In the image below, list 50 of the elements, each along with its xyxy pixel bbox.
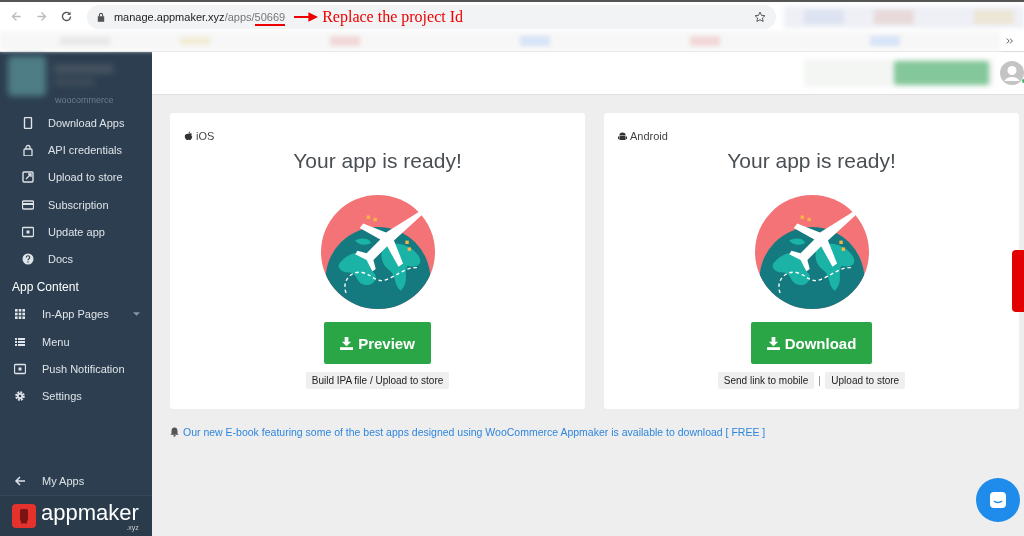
list-icon [14,335,26,348]
gear-icon [14,390,26,403]
reload-icon[interactable] [59,10,73,23]
lock-icon [22,143,34,156]
help-icon [22,253,34,266]
android-icon [618,130,627,142]
section-heading: App Content [11,278,80,296]
screen-icon [14,363,26,375]
screen-icon [22,225,34,238]
address-bar[interactable]: manage.appmaker.xyz/apps/50669 Replace the project Id [86,4,777,29]
url-text: manage.appmaker.xyz/apps/50669 [113,10,286,23]
download-icon [766,336,780,350]
chat-icon [988,490,1008,510]
sidebar-item[interactable]: Menu [0,328,152,356]
card-title: Your app is ready! [293,149,462,173]
store-name: woocommerce [55,95,114,105]
appmaker-logo-icon [12,504,36,528]
sidebar-item[interactable]: Subscription [0,190,152,219]
action-link[interactable]: Upload to store [825,372,906,389]
download-icon [340,336,354,350]
logo-text: appmaker [41,501,139,524]
grid-icon [14,308,26,321]
sidebar-item[interactable]: Push Notification [0,355,152,383]
chevron-icon[interactable] [1006,37,1014,45]
my-apps-link[interactable]: My Apps [0,467,152,495]
apple-icon [184,130,193,142]
sidebar-item[interactable]: In-App Pages [0,300,152,329]
action-link[interactable]: Build IPA file / Upload to store [305,372,450,389]
chat-button[interactable] [976,478,1020,522]
sidebar-item[interactable]: API credentials [0,136,152,164]
platform-label: iOS [196,130,215,142]
sidebar-item[interactable]: Download Apps [0,109,152,137]
phone-icon [22,116,34,129]
sidebar-item[interactable]: Upload to store [0,163,152,191]
annotation-text: Replace the project Id [322,7,463,26]
arrow-annotation [294,11,319,22]
sidebar-item[interactable]: Update app [0,218,152,246]
platform-label: Android [630,130,668,142]
bell-icon [170,427,179,437]
star-icon[interactable] [754,10,767,23]
lock-icon [96,11,105,22]
card-icon [22,198,34,211]
card-title: Your app is ready! [727,149,896,173]
back-arrow-icon [14,475,26,488]
sidebar-item[interactable]: Docs [0,245,152,273]
sidebar-item[interactable]: Settings [0,382,152,410]
external-icon [22,171,34,184]
back-icon[interactable] [10,10,23,23]
action-link[interactable]: Send link to mobile [717,372,815,389]
forward-icon[interactable] [35,10,48,23]
